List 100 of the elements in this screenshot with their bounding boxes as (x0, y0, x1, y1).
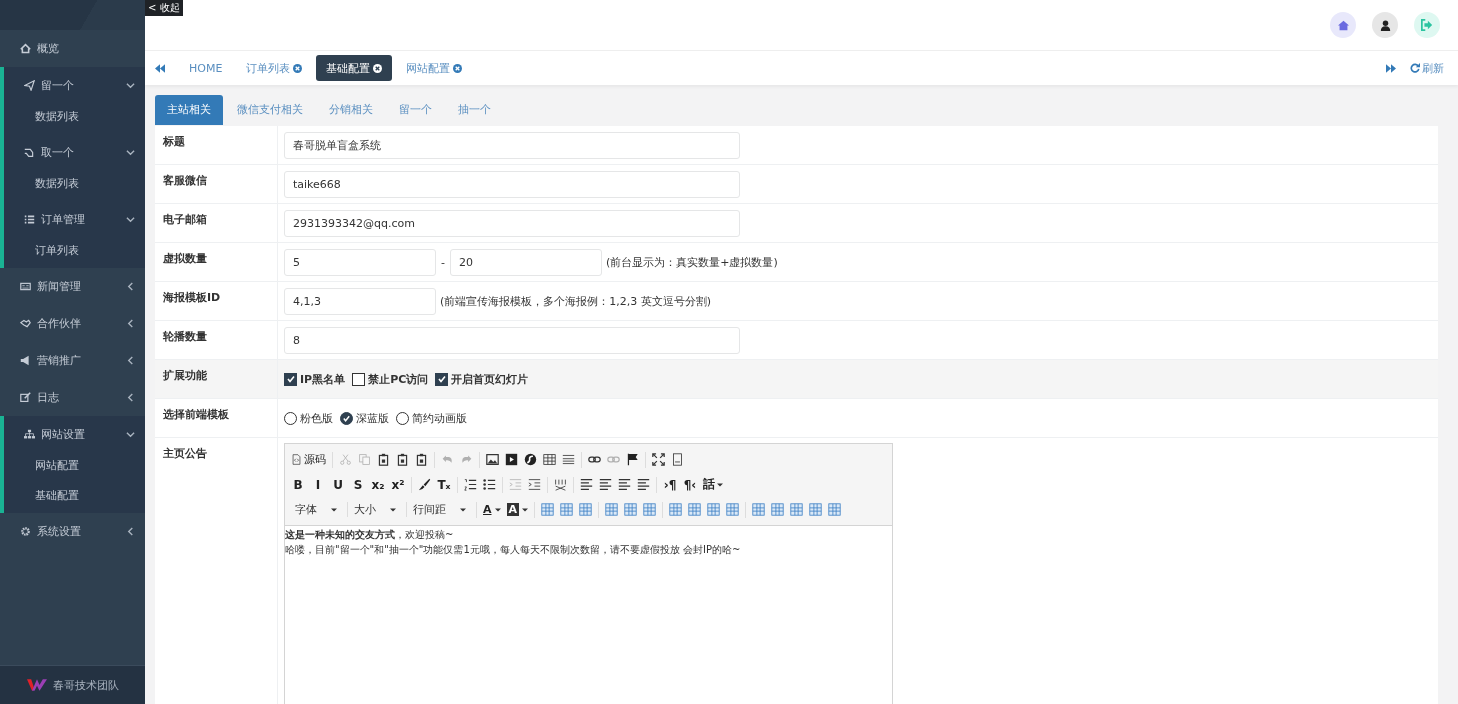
link-icon[interactable] (588, 453, 601, 466)
text-field[interactable]: taike668 (284, 170, 740, 198)
sidebar-item[interactable]: 合作伙伴 (0, 305, 145, 342)
format-button[interactable]: x₂ (371, 477, 385, 492)
sidebar-item[interactable]: 网站设置 (4, 416, 145, 453)
home-icon (20, 43, 31, 54)
sidebar-item[interactable]: 新闻管理 (0, 268, 145, 305)
fast-forward-icon[interactable] (1386, 63, 1396, 73)
film-icon[interactable] (505, 453, 518, 466)
sidebar-subitem[interactable]: 基础配置 (4, 483, 145, 513)
format-button[interactable]: U (331, 477, 345, 492)
text-field[interactable]: 5 (284, 248, 436, 276)
indent-icon[interactable] (528, 478, 541, 491)
checkbox[interactable] (435, 372, 449, 386)
table-cell-icon[interactable] (688, 503, 702, 516)
table-cell-icon[interactable] (828, 503, 842, 516)
close-icon[interactable] (453, 63, 463, 73)
format-button[interactable]: ¶‹ (683, 477, 697, 492)
radio-button[interactable] (284, 411, 297, 425)
editor-dropdown[interactable]: 行间距 (406, 502, 470, 517)
rewind-icon[interactable] (155, 63, 165, 73)
home-button[interactable] (1330, 12, 1356, 38)
table-cell-icon[interactable] (643, 503, 657, 516)
bullet-list-icon[interactable] (483, 478, 496, 491)
table-cell-icon[interactable] (726, 503, 740, 516)
format-button[interactable]: ›¶ (663, 477, 677, 492)
table-cell-icon[interactable] (605, 503, 619, 516)
text-field[interactable]: 春哥脱单盲盒系统 (284, 131, 740, 159)
sidebar-item[interactable]: 订单管理 (4, 201, 145, 238)
close-icon[interactable] (293, 63, 303, 73)
format-button[interactable]: 話 (703, 476, 723, 493)
text-field[interactable]: 8 (284, 326, 740, 354)
text-field[interactable]: 20 (450, 248, 602, 276)
image-icon[interactable] (486, 453, 499, 466)
clipboard-icon[interactable] (415, 453, 428, 466)
editor-dropdown[interactable]: 大小 (347, 502, 400, 517)
table-cell-icon[interactable] (669, 503, 683, 516)
sidebar-item[interactable]: 系统设置 (0, 513, 145, 550)
clipboard-icon[interactable] (396, 453, 409, 466)
clipboard-icon[interactable] (377, 453, 390, 466)
table-cell-icon[interactable] (752, 503, 766, 516)
sidebar-item[interactable]: 营销推广 (0, 342, 145, 379)
table-cell-icon[interactable] (790, 503, 804, 516)
source-button[interactable]: 源码 (291, 452, 326, 467)
align-icon[interactable] (618, 478, 631, 491)
user-button[interactable] (1372, 12, 1398, 38)
radio-button[interactable] (340, 411, 353, 425)
sidebar-subitem[interactable]: 订单列表 (4, 238, 145, 268)
format-button[interactable]: Tₓ (437, 477, 451, 492)
table-cell-icon[interactable] (707, 503, 721, 516)
lines-icon[interactable] (562, 453, 575, 466)
sidebar-item[interactable]: 日志 (0, 379, 145, 416)
close-icon[interactable] (373, 63, 383, 73)
format-button[interactable]: I (311, 477, 325, 492)
page-icon[interactable] (671, 453, 684, 466)
checkbox-label: 开启首页幻灯片 (451, 371, 529, 387)
table-icon[interactable] (543, 453, 556, 466)
page-tab[interactable]: 基础配置 (316, 55, 393, 81)
table-cell-icon[interactable] (541, 503, 555, 516)
page-tab[interactable]: 网站配置 (396, 55, 473, 81)
table-cell-icon[interactable] (560, 503, 574, 516)
fullscreen-icon[interactable] (652, 453, 665, 466)
table-cell-icon[interactable] (809, 503, 823, 516)
collapse-link[interactable]: < 收起 (145, 0, 183, 16)
user-icon (1379, 19, 1391, 31)
caret-icon (460, 507, 466, 512)
sidebar-item[interactable]: 留一个 (4, 67, 145, 104)
align-icon[interactable] (580, 478, 593, 491)
radio-button[interactable] (396, 411, 409, 425)
sidebar-item[interactable]: 概览 (0, 30, 145, 67)
checkbox[interactable] (352, 372, 366, 386)
align-icon[interactable] (599, 478, 612, 491)
format-button[interactable]: x² (391, 477, 405, 492)
editor-dropdown[interactable]: 字体 (291, 502, 341, 517)
numbered-list-icon[interactable] (464, 478, 477, 491)
text-field[interactable]: 4,1,3 (284, 287, 436, 315)
caret-icon (522, 507, 529, 512)
checkbox[interactable] (284, 372, 297, 386)
sidebar-subitem[interactable]: 数据列表 (4, 171, 145, 201)
table-cell-icon[interactable] (579, 503, 593, 516)
table-cell-icon[interactable] (771, 503, 785, 516)
chevron-left-icon (126, 527, 135, 536)
section-tab[interactable]: 主站相关 (155, 95, 223, 125)
align-icon[interactable] (637, 478, 650, 491)
page-tab[interactable]: 订单列表 (236, 55, 313, 81)
brush-icon[interactable] (418, 478, 431, 491)
sidebar-subitem[interactable]: 数据列表 (4, 104, 145, 134)
flash-icon[interactable] (524, 453, 537, 466)
flag-icon[interactable] (626, 453, 639, 466)
text-field[interactable]: 2931393342@qq.com (284, 209, 740, 237)
table-cell-icon[interactable] (624, 503, 638, 516)
format-button[interactable]: S (351, 477, 365, 492)
page-tab[interactable]: HOME (179, 55, 233, 81)
chevron-down-icon (126, 81, 135, 90)
refresh-button[interactable]: 刷新 (1410, 60, 1444, 76)
sidebar-subitem[interactable]: 网站配置 (4, 453, 145, 483)
chevron-left-icon (126, 319, 135, 328)
sidebar-item[interactable]: 取一个 (4, 134, 145, 171)
font-color-button[interactable]: A (483, 503, 501, 516)
format-button[interactable]: B (291, 477, 305, 492)
